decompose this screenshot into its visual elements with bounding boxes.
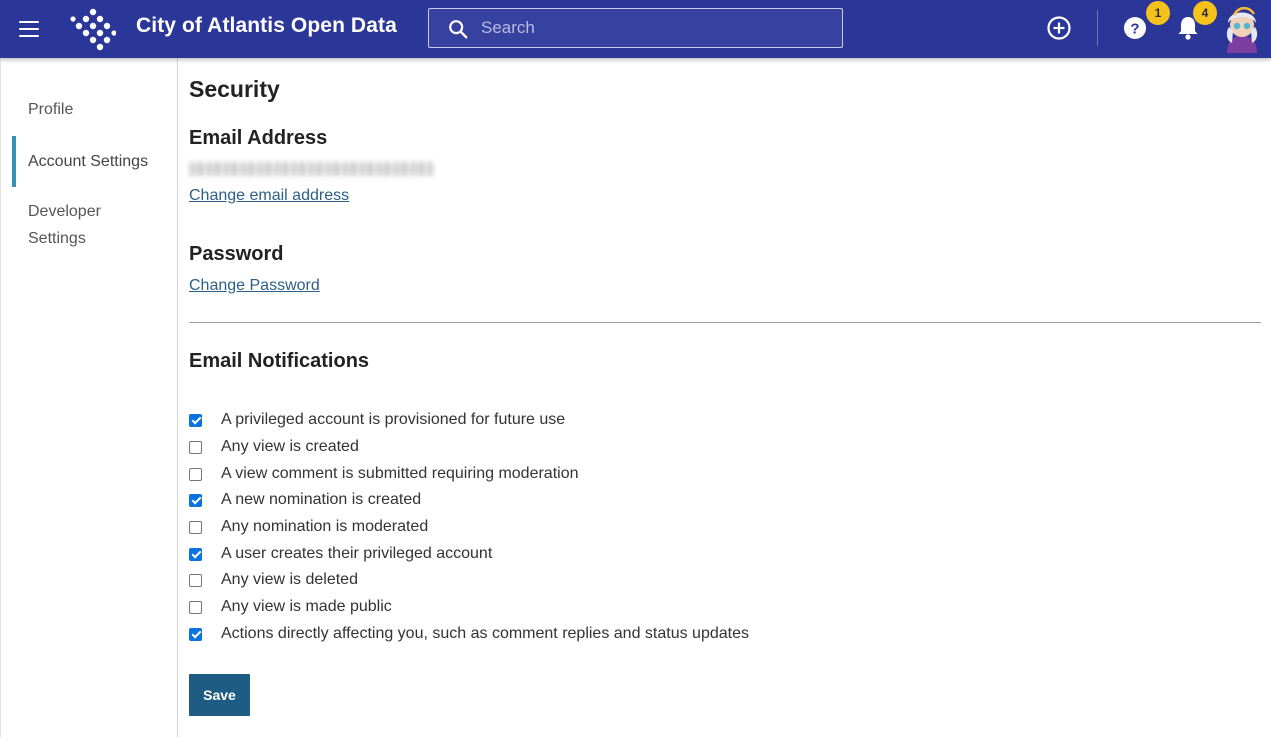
notification-checkbox[interactable]: [189, 467, 202, 481]
notification-label: Any view is deleted: [221, 571, 358, 588]
search-input[interactable]: [481, 13, 831, 43]
toolbar-divider: [1097, 10, 1098, 46]
notification-checkbox[interactable]: [189, 493, 202, 507]
sidebar-item-profile[interactable]: Profile: [12, 96, 178, 123]
add-circle-icon[interactable]: [1046, 15, 1072, 41]
notification-option: Any view is made public: [189, 596, 392, 618]
change-password-link[interactable]: Change Password: [189, 277, 320, 295]
notification-option: A view comment is submitted requiring mo…: [189, 463, 579, 485]
sidebar-item-label: Profile: [28, 101, 74, 118]
notification-option: Actions directly affecting you, such as …: [189, 623, 749, 645]
search-icon: [449, 20, 468, 39]
search-box[interactable]: [428, 8, 843, 48]
notification-label: A new nomination is created: [221, 491, 422, 508]
top-bar: City of Atlantis Open Data ? 1 4: [0, 0, 1271, 58]
notification-checkbox[interactable]: [189, 440, 202, 454]
app-title[interactable]: City of Atlantis Open Data: [136, 14, 397, 38]
sidebar-item-developer-settings[interactable]: Developer Settings: [12, 198, 132, 252]
notification-option: Any view is created: [189, 436, 359, 458]
change-email-link[interactable]: Change email address: [189, 187, 349, 205]
notification-option: A new nomination is created: [189, 489, 421, 511]
notification-label: A user creates their privileged account: [221, 545, 493, 562]
notification-label: A view comment is submitted requiring mo…: [221, 465, 579, 482]
email-address-value: [189, 162, 434, 176]
notification-checkbox[interactable]: [189, 520, 202, 534]
notification-checkbox[interactable]: [189, 573, 202, 587]
sidebar-item-account-settings[interactable]: Account Settings: [12, 136, 178, 187]
notification-label: Any view is created: [221, 438, 359, 455]
section-divider: [189, 322, 1261, 323]
logo-icon[interactable]: [70, 6, 116, 52]
notification-checkbox[interactable]: [189, 547, 202, 561]
notification-label: Any view is made public: [221, 598, 392, 615]
notification-checkbox[interactable]: [189, 600, 202, 614]
avatar[interactable]: [1219, 3, 1265, 53]
notification-label: Actions directly affecting you, such as …: [221, 625, 749, 642]
menu-icon[interactable]: [17, 17, 43, 41]
notification-option: A user creates their privileged account: [189, 543, 492, 565]
notification-option: A privileged account is provisioned for …: [189, 409, 565, 431]
notification-option: Any view is deleted: [189, 569, 358, 591]
main-content: Security Email Address Change email addr…: [189, 58, 1261, 737]
help-badge: 1: [1146, 1, 1170, 25]
sidebar-item-label: Account Settings: [28, 153, 149, 170]
notification-checkbox[interactable]: [189, 627, 202, 641]
notifications-badge: 4: [1193, 1, 1217, 25]
sidebar-item-label: Developer Settings: [28, 203, 101, 247]
email-heading: Email Address: [189, 127, 328, 149]
notification-label: Any nomination is moderated: [221, 518, 429, 535]
page-title: Security: [189, 76, 280, 102]
notification-label: A privileged account is provisioned for …: [221, 411, 566, 428]
notification-checkbox[interactable]: [189, 413, 202, 427]
notification-option: Any nomination is moderated: [189, 516, 428, 538]
sidebar: Profile Account Settings Developer Setti…: [0, 58, 178, 737]
password-heading: Password: [189, 243, 284, 265]
notifications-heading: Email Notifications: [189, 350, 370, 372]
svg-text:?: ?: [1130, 21, 1139, 38]
save-button[interactable]: Save: [189, 674, 250, 716]
help-icon[interactable]: ?: [1122, 15, 1148, 41]
